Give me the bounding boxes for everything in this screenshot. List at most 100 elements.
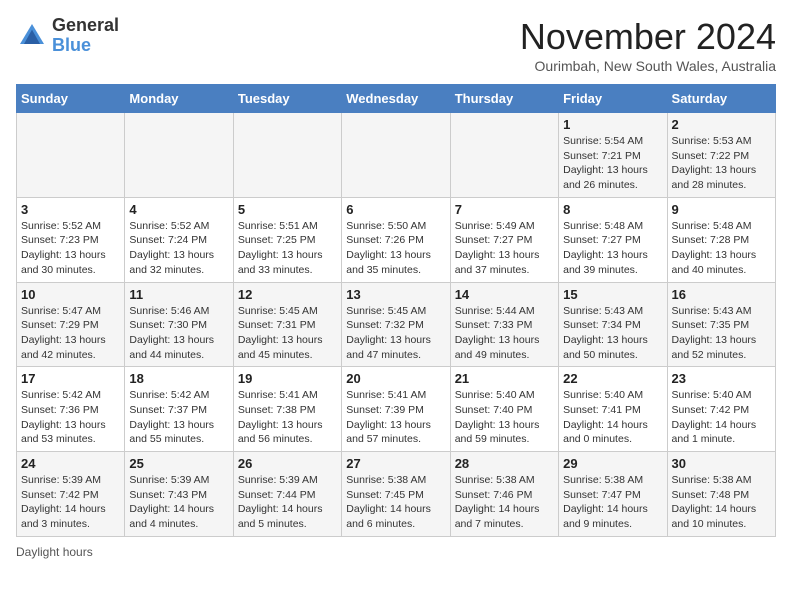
calendar-cell: 20 Sunrise: 5:41 AMSunset: 7:39 PMDayligh…: [342, 367, 450, 452]
day-info: Sunrise: 5:39 AMSunset: 7:43 PMDaylight:…: [129, 473, 228, 532]
day-number: 25: [129, 456, 228, 471]
day-number: 29: [563, 456, 662, 471]
day-info: Sunrise: 5:40 AMSunset: 7:41 PMDaylight:…: [563, 388, 662, 447]
day-number: 5: [238, 202, 337, 217]
day-number: 11: [129, 287, 228, 302]
calendar-cell: [17, 113, 125, 198]
calendar-cell: 27 Sunrise: 5:38 AMSunset: 7:45 PMDayligh…: [342, 452, 450, 537]
day-number: 12: [238, 287, 337, 302]
logo-text: General Blue: [52, 16, 119, 56]
day-number: 2: [672, 117, 771, 132]
calendar-cell: 12 Sunrise: 5:45 AMSunset: 7:31 PMDayligh…: [233, 282, 341, 367]
month-title: November 2024: [520, 16, 776, 58]
calendar-cell: [233, 113, 341, 198]
day-number: 8: [563, 202, 662, 217]
day-number: 4: [129, 202, 228, 217]
calendar-week-3: 10 Sunrise: 5:47 AMSunset: 7:29 PMDayligh…: [17, 282, 776, 367]
day-info: Sunrise: 5:43 AMSunset: 7:35 PMDaylight:…: [672, 304, 771, 363]
calendar-week-2: 3 Sunrise: 5:52 AMSunset: 7:23 PMDaylight…: [17, 197, 776, 282]
calendar-cell: 13 Sunrise: 5:45 AMSunset: 7:32 PMDayligh…: [342, 282, 450, 367]
day-number: 24: [21, 456, 120, 471]
calendar-header-row: SundayMondayTuesdayWednesdayThursdayFrid…: [17, 85, 776, 113]
daylight-hours-label: Daylight hours: [16, 545, 93, 559]
calendar-cell: 29Sunrise: 5:38 AMSunset: 7:47 PMDayligh…: [559, 452, 667, 537]
calendar-cell: 14 Sunrise: 5:44 AMSunset: 7:33 PMDayligh…: [450, 282, 558, 367]
day-info: Sunrise: 5:38 AMSunset: 7:48 PMDaylight:…: [672, 473, 771, 532]
subtitle: Ourimbah, New South Wales, Australia: [520, 58, 776, 74]
day-number: 20: [346, 371, 445, 386]
calendar-cell: 3 Sunrise: 5:52 AMSunset: 7:23 PMDaylight…: [17, 197, 125, 282]
day-info: Sunrise: 5:43 AMSunset: 7:34 PMDaylight:…: [563, 304, 662, 363]
day-info: Sunrise: 5:53 AMSunset: 7:22 PMDaylight:…: [672, 134, 771, 193]
calendar-cell: 21 Sunrise: 5:40 AMSunset: 7:40 PMDayligh…: [450, 367, 558, 452]
day-info: Sunrise: 5:48 AMSunset: 7:28 PMDaylight:…: [672, 219, 771, 278]
logo: General Blue: [16, 16, 119, 56]
calendar-week-5: 24Sunrise: 5:39 AMSunset: 7:42 PMDayligh…: [17, 452, 776, 537]
day-number: 21: [455, 371, 554, 386]
day-number: 7: [455, 202, 554, 217]
day-number: 16: [672, 287, 771, 302]
logo-icon: [16, 20, 48, 52]
calendar-cell: 18Sunrise: 5:42 AMSunset: 7:37 PMDayligh…: [125, 367, 233, 452]
calendar-cell: 22Sunrise: 5:40 AMSunset: 7:41 PMDayligh…: [559, 367, 667, 452]
calendar-cell: 2 Sunrise: 5:53 AMSunset: 7:22 PMDaylight…: [667, 113, 775, 198]
calendar-cell: 23 Sunrise: 5:40 AMSunset: 7:42 PMDayligh…: [667, 367, 775, 452]
day-number: 13: [346, 287, 445, 302]
day-info: Sunrise: 5:48 AMSunset: 7:27 PMDaylight:…: [563, 219, 662, 278]
day-info: Sunrise: 5:40 AMSunset: 7:40 PMDaylight:…: [455, 388, 554, 447]
footer-note: Daylight hours: [16, 545, 776, 559]
calendar-cell: [125, 113, 233, 198]
title-area: November 2024 Ourimbah, New South Wales,…: [520, 16, 776, 74]
header: General Blue November 2024 Ourimbah, New…: [16, 16, 776, 74]
day-number: 1: [563, 117, 662, 132]
day-info: Sunrise: 5:40 AMSunset: 7:42 PMDaylight:…: [672, 388, 771, 447]
calendar-cell: [450, 113, 558, 198]
day-info: Sunrise: 5:42 AMSunset: 7:37 PMDaylight:…: [129, 388, 228, 447]
day-number: 27: [346, 456, 445, 471]
day-info: Sunrise: 5:46 AMSunset: 7:30 PMDaylight:…: [129, 304, 228, 363]
day-info: Sunrise: 5:38 AMSunset: 7:45 PMDaylight:…: [346, 473, 445, 532]
day-number: 15: [563, 287, 662, 302]
calendar-cell: 26 Sunrise: 5:39 AMSunset: 7:44 PMDayligh…: [233, 452, 341, 537]
calendar: SundayMondayTuesdayWednesdayThursdayFrid…: [16, 84, 776, 537]
logo-general: General: [52, 15, 119, 35]
calendar-header-saturday: Saturday: [667, 85, 775, 113]
day-number: 26: [238, 456, 337, 471]
calendar-cell: 1 Sunrise: 5:54 AMSunset: 7:21 PMDaylight…: [559, 113, 667, 198]
day-info: Sunrise: 5:44 AMSunset: 7:33 PMDaylight:…: [455, 304, 554, 363]
day-number: 19: [238, 371, 337, 386]
calendar-header-thursday: Thursday: [450, 85, 558, 113]
day-info: Sunrise: 5:42 AMSunset: 7:36 PMDaylight:…: [21, 388, 120, 447]
calendar-cell: 8 Sunrise: 5:48 AMSunset: 7:27 PMDaylight…: [559, 197, 667, 282]
day-info: Sunrise: 5:52 AMSunset: 7:24 PMDaylight:…: [129, 219, 228, 278]
day-info: Sunrise: 5:38 AMSunset: 7:46 PMDaylight:…: [455, 473, 554, 532]
calendar-cell: 30Sunrise: 5:38 AMSunset: 7:48 PMDayligh…: [667, 452, 775, 537]
logo-blue: Blue: [52, 35, 91, 55]
calendar-header-wednesday: Wednesday: [342, 85, 450, 113]
day-info: Sunrise: 5:45 AMSunset: 7:31 PMDaylight:…: [238, 304, 337, 363]
calendar-cell: 25 Sunrise: 5:39 AMSunset: 7:43 PMDayligh…: [125, 452, 233, 537]
calendar-cell: 24Sunrise: 5:39 AMSunset: 7:42 PMDayligh…: [17, 452, 125, 537]
calendar-header-monday: Monday: [125, 85, 233, 113]
day-info: Sunrise: 5:52 AMSunset: 7:23 PMDaylight:…: [21, 219, 120, 278]
day-info: Sunrise: 5:50 AMSunset: 7:26 PMDaylight:…: [346, 219, 445, 278]
calendar-cell: 10 Sunrise: 5:47 AMSunset: 7:29 PMDayligh…: [17, 282, 125, 367]
day-number: 3: [21, 202, 120, 217]
day-info: Sunrise: 5:41 AMSunset: 7:39 PMDaylight:…: [346, 388, 445, 447]
day-info: Sunrise: 5:41 AMSunset: 7:38 PMDaylight:…: [238, 388, 337, 447]
calendar-cell: 9Sunrise: 5:48 AMSunset: 7:28 PMDaylight…: [667, 197, 775, 282]
day-info: Sunrise: 5:49 AMSunset: 7:27 PMDaylight:…: [455, 219, 554, 278]
day-info: Sunrise: 5:45 AMSunset: 7:32 PMDaylight:…: [346, 304, 445, 363]
day-number: 23: [672, 371, 771, 386]
day-info: Sunrise: 5:47 AMSunset: 7:29 PMDaylight:…: [21, 304, 120, 363]
calendar-header-friday: Friday: [559, 85, 667, 113]
day-info: Sunrise: 5:54 AMSunset: 7:21 PMDaylight:…: [563, 134, 662, 193]
day-number: 6: [346, 202, 445, 217]
day-info: Sunrise: 5:39 AMSunset: 7:44 PMDaylight:…: [238, 473, 337, 532]
calendar-cell: 17Sunrise: 5:42 AMSunset: 7:36 PMDayligh…: [17, 367, 125, 452]
calendar-header-sunday: Sunday: [17, 85, 125, 113]
calendar-cell: 6 Sunrise: 5:50 AMSunset: 7:26 PMDaylight…: [342, 197, 450, 282]
calendar-cell: 4 Sunrise: 5:52 AMSunset: 7:24 PMDaylight…: [125, 197, 233, 282]
day-number: 14: [455, 287, 554, 302]
day-number: 10: [21, 287, 120, 302]
